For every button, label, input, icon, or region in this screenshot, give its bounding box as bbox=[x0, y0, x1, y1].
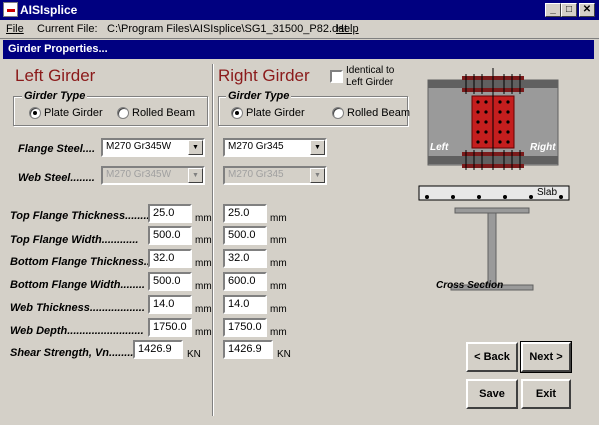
unit-mm: mm bbox=[270, 281, 287, 292]
chevron-down-icon[interactable]: ▼ bbox=[188, 140, 203, 155]
title-bar: AISIsplice _ □ ✕ bbox=[0, 0, 599, 20]
left-web-thickness-input[interactable]: 14.0 bbox=[148, 295, 192, 314]
right-plate-girder-radio[interactable] bbox=[231, 107, 243, 119]
left-plate-girder-radio[interactable] bbox=[29, 107, 41, 119]
left-girder-heading: Left Girder bbox=[15, 66, 96, 85]
left-rolled-beam-label: Rolled Beam bbox=[132, 107, 195, 119]
left-web-steel-select[interactable]: M270 Gr345W ▼ bbox=[101, 166, 205, 185]
unit-mm: mm bbox=[195, 213, 212, 224]
exit-button[interactable]: Exit bbox=[521, 379, 571, 409]
minimize-button[interactable]: _ bbox=[545, 3, 561, 17]
left-plate-girder-label: Plate Girder bbox=[44, 107, 103, 119]
right-rolled-beam-label: Rolled Beam bbox=[347, 107, 410, 119]
unit-mm: mm bbox=[195, 327, 212, 338]
web-steel-label: Web Steel........ bbox=[18, 172, 95, 184]
next-button[interactable]: Next > bbox=[520, 341, 572, 373]
web-depth-label: Web Depth......................... bbox=[10, 325, 144, 337]
left-bottom-flange-thickness-input[interactable]: 32.0 bbox=[148, 249, 192, 268]
current-file-label: Current File: bbox=[37, 23, 98, 35]
right-bottom-flange-thickness-input[interactable]: 32.0 bbox=[223, 249, 267, 268]
menu-bar: File Current File: C:\Program Files\AISI… bbox=[0, 20, 599, 38]
unit-mm: mm bbox=[270, 327, 287, 338]
diagram-left-label: Left bbox=[430, 142, 449, 153]
cs-top-flange bbox=[454, 207, 530, 214]
column-divider bbox=[212, 64, 213, 416]
top-flange-width-label: Top Flange Width............ bbox=[10, 234, 139, 246]
back-button[interactable]: < Back bbox=[466, 342, 518, 372]
right-girder-type-label: Girder Type bbox=[226, 90, 292, 102]
save-button[interactable]: Save bbox=[466, 379, 518, 409]
unit-mm: mm bbox=[195, 235, 212, 246]
left-rolled-beam-radio[interactable] bbox=[117, 107, 129, 119]
menu-file[interactable]: File bbox=[6, 23, 24, 35]
window-title: AISIsplice bbox=[20, 3, 78, 17]
right-web-depth-input[interactable]: 1750.0 bbox=[223, 318, 267, 337]
cross-section-label: Cross Section bbox=[436, 280, 504, 291]
right-rolled-beam-radio[interactable] bbox=[332, 107, 344, 119]
left-girder-type-label: Girder Type bbox=[22, 90, 88, 102]
left-shear-strength-input[interactable]: 1426.9 bbox=[133, 340, 183, 359]
cs-web bbox=[487, 212, 497, 286]
chevron-down-icon[interactable]: ▼ bbox=[310, 140, 325, 155]
unit-mm: mm bbox=[270, 235, 287, 246]
chevron-down-icon[interactable]: ▼ bbox=[310, 168, 325, 183]
panel-title: Girder Properties... bbox=[3, 40, 594, 59]
right-shear-strength-input[interactable]: 1426.9 bbox=[223, 340, 273, 359]
app-icon[interactable] bbox=[3, 2, 18, 17]
close-button[interactable]: ✕ bbox=[579, 3, 595, 17]
right-bottom-flange-width-input[interactable]: 600.0 bbox=[223, 272, 267, 291]
unit-mm: mm bbox=[195, 304, 212, 315]
menu-help[interactable]: Help bbox=[336, 23, 359, 35]
left-flange-steel-select[interactable]: M270 Gr345W ▼ bbox=[101, 138, 205, 157]
left-web-steel-value: M270 Gr345W bbox=[106, 169, 172, 180]
unit-kn: KN bbox=[187, 349, 201, 360]
top-flange-thickness-label: Top Flange Thickness........ bbox=[10, 210, 150, 222]
unit-mm: mm bbox=[195, 281, 212, 292]
flange-steel-label: Flange Steel.... bbox=[18, 143, 96, 155]
left-top-flange-thickness-input[interactable]: 25.0 bbox=[148, 204, 192, 223]
current-file-path: C:\Program Files\AISIsplice\SG1_31500_P8… bbox=[107, 23, 348, 35]
splice-diagram: Left Right bbox=[427, 68, 559, 170]
web-thickness-label: Web Thickness.................. bbox=[10, 302, 145, 314]
unit-mm: mm bbox=[270, 258, 287, 269]
left-top-flange-width-input[interactable]: 500.0 bbox=[148, 226, 192, 245]
right-plate-girder-label: Plate Girder bbox=[246, 107, 305, 119]
left-bottom-flange-width-input[interactable]: 500.0 bbox=[148, 272, 192, 291]
menu-divider bbox=[0, 38, 599, 39]
unit-mm: mm bbox=[195, 258, 212, 269]
shear-strength-label: Shear Strength, Vn........ bbox=[10, 347, 134, 359]
slab-label: Slab bbox=[537, 187, 557, 198]
identical-checkbox[interactable] bbox=[330, 70, 343, 83]
diagram-right-label: Right bbox=[530, 142, 556, 153]
chevron-down-icon[interactable]: ▼ bbox=[188, 168, 203, 183]
right-flange-steel-value: M270 Gr345 bbox=[228, 141, 284, 152]
right-girder-heading: Right Girder bbox=[218, 66, 310, 85]
right-web-steel-value: M270 Gr345 bbox=[228, 169, 284, 180]
unit-kn: KN bbox=[277, 349, 291, 360]
right-web-thickness-input[interactable]: 14.0 bbox=[223, 295, 267, 314]
identical-label: Identical to Left Girder bbox=[346, 65, 395, 88]
right-top-flange-thickness-input[interactable]: 25.0 bbox=[223, 204, 267, 223]
right-top-flange-width-input[interactable]: 500.0 bbox=[223, 226, 267, 245]
left-web-depth-input[interactable]: 1750.0 bbox=[148, 318, 192, 337]
maximize-button[interactable]: □ bbox=[561, 3, 577, 17]
right-web-steel-select[interactable]: M270 Gr345 ▼ bbox=[223, 166, 327, 185]
unit-mm: mm bbox=[270, 304, 287, 315]
unit-mm: mm bbox=[270, 213, 287, 224]
right-flange-steel-select[interactable]: M270 Gr345 ▼ bbox=[223, 138, 327, 157]
left-flange-steel-value: M270 Gr345W bbox=[106, 141, 172, 152]
bottom-flange-thickness-label: Bottom Flange Thickness.. bbox=[10, 256, 150, 268]
bottom-flange-width-label: Bottom Flange Width........ bbox=[10, 279, 145, 291]
